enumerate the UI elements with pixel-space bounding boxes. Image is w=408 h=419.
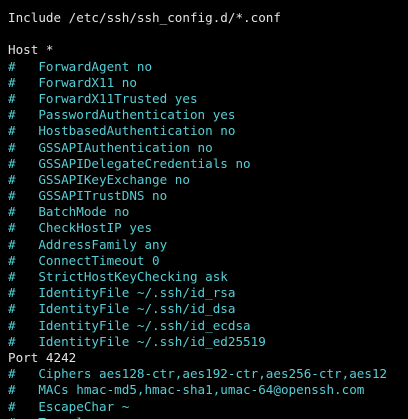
config-line xyxy=(8,26,387,42)
comment-line: # AddressFamily any xyxy=(8,236,168,252)
comment-line: # IdentityFile ~/.ssh/id_rsa xyxy=(8,285,236,301)
comment-line: # IdentityFile ~/.ssh/id_ed25519 xyxy=(8,333,266,349)
comment-line: # GSSAPITrustDNS no xyxy=(8,188,168,204)
comment-line: # GSSAPIKeyExchange no xyxy=(8,171,190,187)
config-line: Port 4242 xyxy=(8,349,77,365)
comment-line: # CheckHostIP yes xyxy=(8,220,153,236)
terminal-window[interactable]: Include /etc/ssh/ssh_config.d/*.conf Host… xyxy=(0,0,408,419)
comment-line: # ForwardAgent no xyxy=(8,58,153,74)
comment-line: # MACs hmac-md5,hmac-sha1,umac-64@openss… xyxy=(8,382,365,398)
comment-line: # EscapeChar ~ xyxy=(8,398,130,414)
comment-line: # GSSAPIDelegateCredentials no xyxy=(8,155,251,171)
comment-line: # Ciphers aes128-ctr,aes192-ctr,aes256-c… xyxy=(8,366,388,382)
config-line: Host * xyxy=(8,42,54,58)
comment-line: # StrictHostKeyChecking ask xyxy=(8,269,228,284)
comment-line: # ForwardX11Trusted yes xyxy=(8,90,198,106)
comment-line: # PasswordAuthentication yes xyxy=(8,107,236,123)
comment-line: # IdentityFile ~/.ssh/id_dsa xyxy=(8,301,236,317)
comment-line: # ForwardX11 no xyxy=(8,74,137,90)
comment-line: # IdentityFile ~/.ssh/id_ecdsa xyxy=(8,317,251,333)
comment-line: # Tunnel no xyxy=(8,415,387,419)
config-line: Include /etc/ssh/ssh_config.d/*.conf xyxy=(8,10,281,25)
comment-line: # HostbasedAuthentication no xyxy=(8,123,236,139)
comment-line: # BatchMode no xyxy=(8,204,130,220)
comment-line: # GSSAPIAuthentication no xyxy=(8,139,213,155)
ssh-config-text: Include /etc/ssh/ssh_config.d/*.conf Host… xyxy=(8,10,387,419)
comment-line: # ConnectTimeout 0 xyxy=(8,252,160,268)
